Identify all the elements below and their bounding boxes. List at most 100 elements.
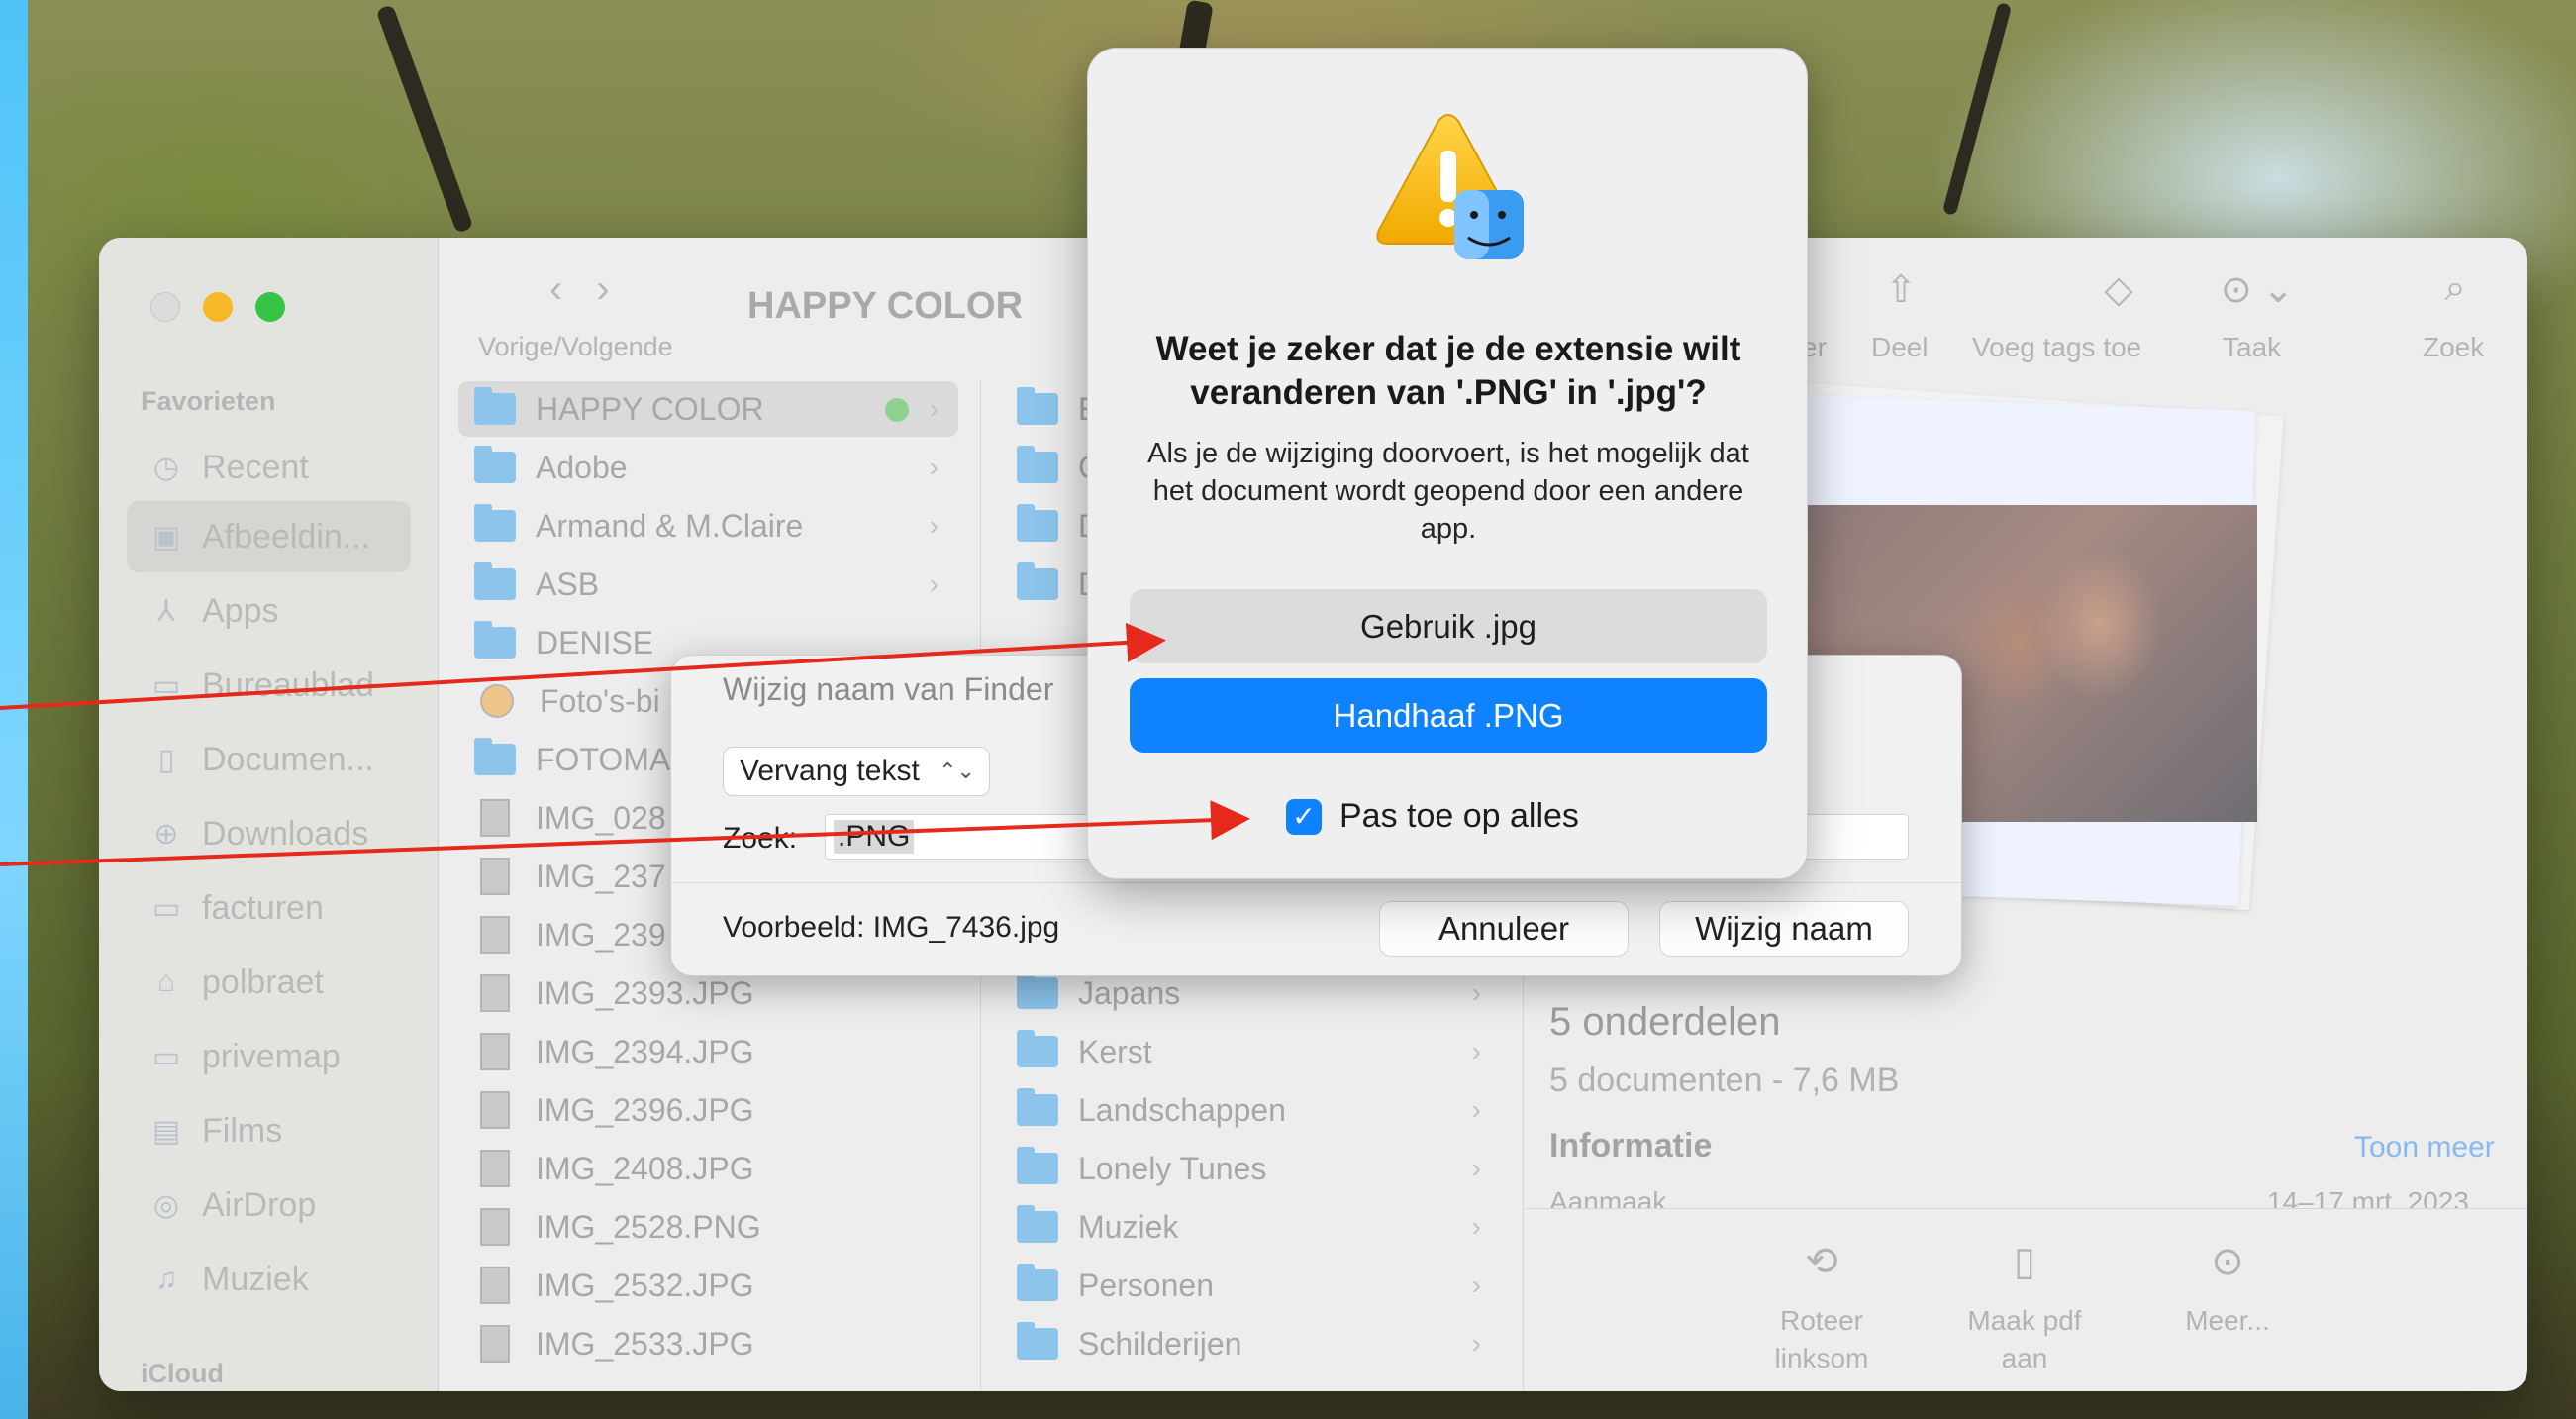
airdrop-icon: ◎ xyxy=(152,1188,180,1222)
folder-icon xyxy=(474,387,516,425)
nav-label: Vorige/Volgende xyxy=(478,332,673,361)
back-forward-buttons[interactable]: ‹› xyxy=(549,267,644,312)
close-button[interactable] xyxy=(150,292,180,322)
folder-icon xyxy=(1017,1205,1058,1243)
checkmark-icon[interactable]: ✓ xyxy=(1286,798,1322,835)
minimize-button[interactable] xyxy=(203,292,233,322)
image-file-icon xyxy=(480,1091,510,1129)
action-label: Taak xyxy=(2223,332,2282,362)
list-item[interactable]: Muziek › xyxy=(1001,1199,1501,1255)
chevron-right-icon[interactable]: › xyxy=(596,267,643,311)
image-file-icon xyxy=(480,974,510,1012)
list-item[interactable]: IMG_2408.JPG xyxy=(458,1141,958,1196)
list-item[interactable]: Schilderijen › xyxy=(1001,1316,1501,1371)
chevron-right-icon: › xyxy=(1471,1269,1481,1300)
list-item[interactable]: IMG_2396.JPG xyxy=(458,1082,958,1138)
image-file-icon xyxy=(480,858,510,895)
list-item[interactable]: Armand & M.Claire › xyxy=(458,498,958,554)
sidebar-section-favorites: Favorieten xyxy=(141,386,276,416)
item-label: IMG_2532.JPG xyxy=(536,1267,754,1303)
item-label: Foto's-bi xyxy=(540,682,660,719)
chevron-right-icon: › xyxy=(929,510,939,541)
use-jpg-button[interactable]: Gebruik .jpg xyxy=(1130,589,1767,663)
more-actions-button[interactable]: ⊙ Meer... xyxy=(2168,1242,2287,1340)
created-label: Aanmaak xyxy=(1549,1186,1667,1208)
action-label: Maak pdf xyxy=(1967,1305,2082,1336)
sidebar-item-label: polbraet xyxy=(202,963,324,1001)
rename-button[interactable]: Wijzig naam xyxy=(1659,901,1909,957)
search-button[interactable]: ⌕ xyxy=(2416,267,2495,315)
warning-finder-icon xyxy=(1376,114,1524,259)
list-item[interactable]: ASB › xyxy=(458,557,958,612)
sidebar-item-documents[interactable]: ▯ Documen... xyxy=(127,724,411,795)
show-more-link[interactable]: Toon meer xyxy=(2354,1131,2495,1165)
sidebar-item-desktop[interactable]: ▭ Bureaublad xyxy=(127,650,411,721)
preview-text: Voorbeeld: IMG_7436.jpg xyxy=(723,911,1060,944)
sidebar-item-films[interactable]: ▤ Films xyxy=(127,1095,411,1166)
created-value: 14–17 mrt. 2023 xyxy=(2267,1186,2469,1208)
info-heading: Informatie xyxy=(1549,1127,1713,1165)
list-item[interactable]: Kerst › xyxy=(1001,1024,1501,1079)
sidebar-item-airdrop[interactable]: ◎ AirDrop xyxy=(127,1169,411,1241)
item-label: IMG_2528.PNG xyxy=(536,1208,761,1245)
window-title: HAPPY COLOR xyxy=(747,285,1024,327)
folder-icon xyxy=(1017,1030,1058,1067)
list-item[interactable]: Personen › xyxy=(1001,1258,1501,1313)
item-label: Schilderijen xyxy=(1078,1325,1242,1362)
sidebar-item-facturen[interactable]: ▭ facturen xyxy=(127,872,411,944)
list-item[interactable]: Adobe › xyxy=(458,440,958,495)
preview-subtitle: 5 documenten - 7,6 MB xyxy=(1549,1062,1900,1099)
sidebar-item-music[interactable]: ♫ Muziek xyxy=(127,1244,411,1315)
keep-png-button[interactable]: Handhaaf .PNG xyxy=(1130,678,1767,753)
sidebar-item-label: Downloads xyxy=(202,814,369,853)
list-item[interactable]: IMG_2532.JPG xyxy=(458,1258,958,1313)
search-value: .PNG xyxy=(834,820,915,854)
chevron-right-icon: › xyxy=(929,452,939,482)
item-label: Kerst xyxy=(1078,1033,1152,1069)
list-item[interactable]: HAPPY COLOR › xyxy=(458,381,958,437)
list-item[interactable]: IMG_2528.PNG xyxy=(458,1199,958,1255)
sidebar-item-pictures[interactable]: ▣ Afbeeldin... xyxy=(127,501,411,572)
sidebar-item-privemap[interactable]: ▭ privemap xyxy=(127,1021,411,1092)
music-icon: ♫ xyxy=(154,1263,178,1295)
make-pdf-button[interactable]: ▯ Maak pdf aan xyxy=(1950,1242,2099,1377)
sidebar-item-label: Bureaublad xyxy=(202,665,374,704)
divider xyxy=(1525,1208,2527,1209)
item-label: FOTOMA xyxy=(536,741,671,777)
sidebar-item-home[interactable]: ⌂ polbraet xyxy=(127,947,411,1018)
list-item[interactable]: Lonely Tunes › xyxy=(1001,1141,1501,1196)
tags-button[interactable]: ◇ xyxy=(2030,267,2208,315)
sidebar-section-icloud: iCloud xyxy=(141,1359,224,1388)
item-label: Japans xyxy=(1078,974,1181,1011)
list-item[interactable]: IMG_2533.JPG xyxy=(458,1316,958,1371)
item-label: IMG_2393.JPG xyxy=(536,974,754,1011)
rotate-left-button[interactable]: ⟲ Roteer linksom xyxy=(1762,1240,1881,1377)
sidebar-item-recent[interactable]: ◷ Recent xyxy=(127,432,411,503)
share-button[interactable]: ⇧ xyxy=(1861,267,1940,315)
item-label: IMG_239 xyxy=(536,916,666,953)
sidebar-item-apps[interactable]: ⅄ Apps xyxy=(127,575,411,647)
image-file-icon xyxy=(480,1325,510,1363)
cancel-button[interactable]: Annuleer xyxy=(1379,901,1629,957)
sidebar-item-label: Documen... xyxy=(202,740,374,778)
photos-app-icon xyxy=(480,684,514,718)
rotate-left-icon: ⟲ xyxy=(1805,1240,1838,1283)
folder-icon xyxy=(1017,387,1058,425)
alert-message: Als je de wijziging doorvoert, is het mo… xyxy=(1147,438,1749,545)
image-file-icon xyxy=(480,1150,510,1187)
chevron-right-icon: › xyxy=(929,568,939,599)
apply-to-all-checkbox[interactable]: ✓ Pas toe op alles xyxy=(1286,797,1579,836)
zoom-button[interactable] xyxy=(255,292,285,322)
chevron-left-icon[interactable]: ‹ xyxy=(549,267,596,311)
ellipsis-circle-icon: ⊙ ⌄ xyxy=(2220,269,2295,311)
alert-dialog: Weet je zeker dat je de extensie wilt ve… xyxy=(1087,48,1808,879)
item-label: Personen xyxy=(1078,1267,1214,1303)
sidebar-item-downloads[interactable]: ⊕ Downloads xyxy=(127,798,411,869)
tags-label: Voeg tags toe xyxy=(1972,332,2142,362)
folder-icon xyxy=(1017,1147,1058,1184)
list-item[interactable]: Landschappen › xyxy=(1001,1082,1501,1138)
list-item[interactable]: IMG_2394.JPG xyxy=(458,1024,958,1079)
action-button[interactable]: ⊙ ⌄ xyxy=(2208,267,2307,315)
rename-mode-select[interactable]: Vervang tekst ⌃⌄ xyxy=(723,747,990,796)
chevron-right-icon: › xyxy=(1471,1094,1481,1125)
